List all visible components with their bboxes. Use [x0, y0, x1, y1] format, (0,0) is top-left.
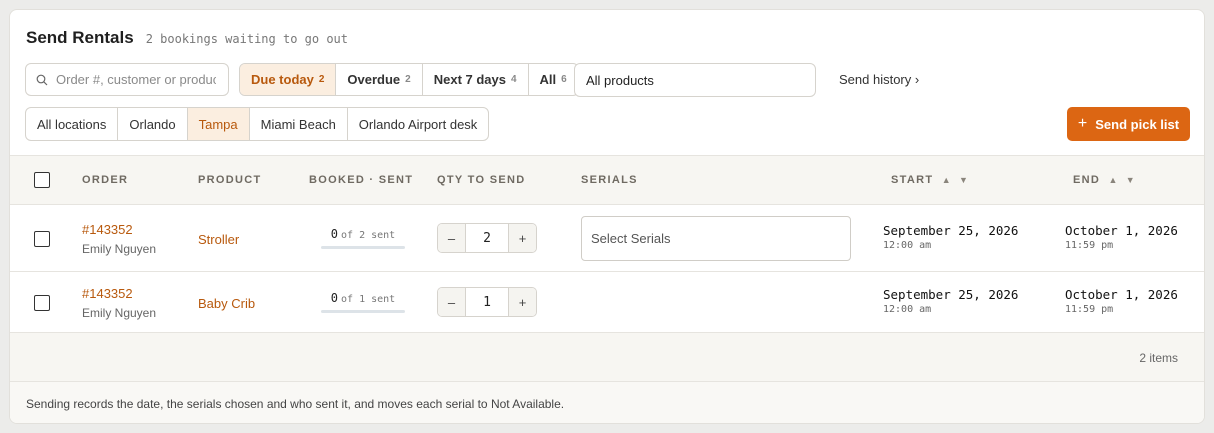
booked-sent-count: 0 of 2 sent [321, 227, 405, 241]
filter-count: 2 [318, 74, 325, 85]
qty-stepper: – 2 + [437, 223, 537, 253]
column-booked-sent: BOOKED · SENT [309, 174, 414, 186]
row-checkbox[interactable] [34, 231, 50, 247]
serials-placeholder: Select Serials [591, 231, 671, 246]
page-subtitle: 2 bookings waiting to go out [145, 32, 348, 46]
table-row: #143352 Emily Nguyen Baby Crib 0 of 1 sen… [10, 272, 1204, 333]
page-title: Send Rentals [26, 28, 134, 47]
location-miami-beach[interactable]: Miami Beach [250, 108, 348, 140]
filter-count: 4 [510, 74, 517, 85]
order-link[interactable]: #143352 [82, 222, 133, 237]
qty-increment-button[interactable]: + [509, 288, 536, 316]
send-rentals-panel: Send Rentals 2 bookings waiting to go ou… [9, 9, 1205, 424]
filter-next-7-days[interactable]: Next 7 days 4 [423, 64, 529, 95]
serials-select[interactable]: Select Serials [581, 216, 851, 261]
column-order: ORDER [82, 174, 129, 186]
start-date: September 25, 2026 [883, 287, 1019, 302]
end-date: October 1, 2026 [1065, 223, 1178, 238]
send-history-link[interactable]: Send history › [839, 72, 919, 87]
row-checkbox[interactable] [34, 295, 50, 311]
column-product: PRODUCT [198, 174, 262, 186]
product-link[interactable]: Baby Crib [198, 296, 255, 311]
end-time: 11:59 pm [1065, 240, 1114, 251]
column-qty-to-send: QTY TO SEND [437, 174, 526, 186]
filter-label: Next 7 days [433, 72, 506, 87]
table-summary: 2 items [10, 333, 1204, 382]
start-time: 12:00 am [883, 304, 932, 315]
column-end-label: END [1073, 174, 1101, 186]
filter-all[interactable]: All 6 [529, 64, 578, 95]
location-tampa[interactable]: Tampa [187, 108, 250, 140]
search-icon [36, 74, 48, 85]
product-filter-value: All products [586, 72, 654, 88]
filter-count: 2 [405, 74, 411, 85]
qty-value[interactable]: 1 [465, 288, 509, 316]
item-count: 2 items [1139, 351, 1178, 365]
select-all-checkbox[interactable] [34, 172, 50, 188]
filter-label: Overdue [347, 72, 401, 87]
customer-name: Emily Nguyen [82, 306, 157, 320]
filter-count: 6 [561, 74, 567, 85]
table-row: #143352 Emily Nguyen Stroller 0 of 2 sent… [10, 205, 1204, 272]
plus-icon: + [1077, 115, 1088, 132]
end-date: October 1, 2026 [1065, 287, 1178, 302]
send-pick-list-button[interactable]: + Send pick list [1067, 107, 1190, 141]
filter-label: Due today [251, 72, 314, 87]
order-link[interactable]: #143352 [82, 286, 133, 301]
status-filter-group: Due today 2 Overdue 2 Next 7 days 4 All … [239, 63, 579, 96]
qty-decrement-button[interactable]: – [438, 224, 465, 252]
footer: Sending records the date, the serials ch… [10, 382, 1204, 423]
sent-progress-bar [321, 310, 405, 313]
footer-note: Sending records the date, the serials ch… [26, 397, 565, 411]
search-box[interactable] [25, 63, 229, 96]
sort-desc-icon[interactable]: ▼ [959, 175, 968, 185]
column-end[interactable]: END ▲ ▼ [1073, 174, 1135, 186]
sort-asc-icon[interactable]: ▲ [1108, 175, 1117, 185]
column-start-label: START [891, 174, 934, 186]
sent-count: 0 [330, 227, 339, 241]
column-start[interactable]: START ▲ ▼ [891, 174, 968, 186]
qty-stepper: – 1 + [437, 287, 537, 317]
qty-decrement-button[interactable]: – [438, 288, 465, 316]
sort-desc-icon[interactable]: ▼ [1126, 175, 1135, 185]
column-serials: SERIALS [581, 174, 638, 186]
send-pick-list-label: Send pick list [1095, 116, 1180, 132]
location-all[interactable]: All locations [26, 108, 119, 140]
location-filter-group: All locations Orlando Tampa Miami Beach … [25, 107, 490, 141]
filter-label: All [539, 72, 557, 87]
start-time: 12:00 am [883, 240, 932, 251]
product-filter-select[interactable]: All products [574, 63, 816, 97]
sent-count: 0 [330, 291, 339, 305]
start-date: September 25, 2026 [883, 223, 1019, 238]
booked-total: of 2 sent [341, 230, 396, 241]
product-link[interactable]: Stroller [198, 232, 239, 247]
sent-progress-bar [321, 246, 405, 249]
filter-due-today[interactable]: Due today 2 [240, 64, 337, 95]
end-time: 11:59 pm [1065, 304, 1114, 315]
sort-asc-icon[interactable]: ▲ [942, 175, 951, 185]
qty-increment-button[interactable]: + [509, 224, 536, 252]
booked-total: of 1 sent [341, 294, 396, 305]
qty-value[interactable]: 2 [465, 224, 509, 252]
location-orlando-airport-desk[interactable]: Orlando Airport desk [348, 108, 489, 140]
search-input[interactable] [56, 72, 216, 87]
location-orlando[interactable]: Orlando [118, 108, 188, 140]
booked-sent-count: 0 of 1 sent [321, 291, 405, 305]
page-header: Send Rentals 2 bookings waiting to go ou… [26, 28, 348, 48]
table-header: ORDER PRODUCT BOOKED · SENT QTY TO SEND … [10, 155, 1204, 205]
filter-overdue[interactable]: Overdue 2 [336, 64, 423, 95]
customer-name: Emily Nguyen [82, 242, 157, 256]
